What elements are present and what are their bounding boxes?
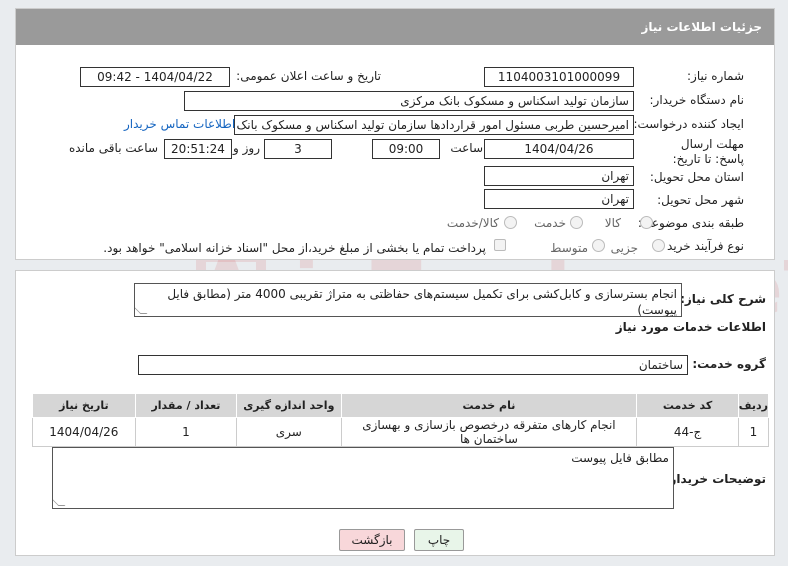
remaining-time-label: ساعت باقی مانده bbox=[68, 141, 158, 155]
process-type-label: نوع فرآیند خرید : bbox=[659, 239, 744, 253]
requester-field: امیرحسین طربی مسئول امور قراردادها سازما… bbox=[234, 115, 634, 135]
deadline-date-field: 1404/04/26 bbox=[484, 139, 634, 159]
buyer-notes-label: توضیحات خریدار: bbox=[664, 472, 766, 486]
city-field: تهران bbox=[484, 189, 634, 209]
buyer-contact-link[interactable]: اطلاعات تماس خریدار bbox=[124, 117, 235, 131]
cell-row-number: 1 bbox=[737, 417, 770, 447]
print-button[interactable]: چاپ bbox=[414, 529, 464, 551]
deadline-time-field: 09:00 bbox=[372, 139, 440, 159]
buyer-org-field: سازمان تولید اسکناس و مسکوک بانک مرکزی bbox=[184, 91, 634, 111]
col-quantity: تعداد / مقدار bbox=[134, 393, 238, 418]
process-radio-medium[interactable] bbox=[592, 239, 605, 252]
category-option-goods-service: کالا/خدمت bbox=[446, 216, 499, 230]
province-field: تهران bbox=[484, 166, 634, 186]
buyer-org-label: نام دستگاه خریدار: bbox=[649, 93, 745, 107]
general-description-label: شرح کلی نیاز: bbox=[680, 292, 766, 306]
table-row: 1 ج-44 انجام کارهای متفرقه درخصوص بازساز… bbox=[32, 417, 770, 447]
category-radio-goods-service[interactable] bbox=[504, 216, 517, 229]
treasury-checkbox[interactable] bbox=[494, 239, 506, 251]
process-option-medium: متوسط bbox=[550, 241, 588, 255]
category-label: طبقه بندی موضوعی: bbox=[637, 216, 744, 230]
province-label: استان محل تحویل: bbox=[649, 170, 744, 184]
need-number-label: شماره نیاز: bbox=[687, 69, 744, 83]
category-option-service: خدمت bbox=[534, 216, 566, 230]
col-unit: واحد اندازه گیری bbox=[236, 393, 342, 418]
cell-quantity: 1 bbox=[134, 417, 238, 447]
buyer-notes-box: مطابق فایل پیوست bbox=[52, 447, 674, 509]
general-description-box: انجام بسترسازی و کابل‌کشی برای تکمیل سیس… bbox=[134, 283, 682, 317]
cell-unit: سری bbox=[236, 417, 342, 447]
days-label: روز و bbox=[233, 141, 260, 155]
back-button[interactable]: بازگشت bbox=[339, 529, 405, 551]
treasury-payment-note: پرداخت تمام یا بخشی از مبلغ خرید،از محل … bbox=[103, 241, 486, 255]
announce-label: تاریخ و ساعت اعلان عمومی: bbox=[236, 69, 381, 83]
services-table-header: ردیف کد خدمت نام خدمت واحد اندازه گیری ت… bbox=[32, 393, 770, 418]
col-service-name: نام خدمت bbox=[340, 393, 638, 418]
resize-handle-icon[interactable] bbox=[53, 499, 66, 506]
service-group-label: گروه خدمت: bbox=[692, 357, 766, 371]
requester-label: ایجاد کننده درخواست: bbox=[633, 117, 744, 131]
resize-handle-icon[interactable] bbox=[135, 307, 148, 314]
col-need-date: تاریخ نیاز bbox=[32, 393, 136, 418]
cell-need-date: 1404/04/26 bbox=[32, 417, 136, 447]
col-row-number: ردیف bbox=[737, 393, 770, 418]
service-group-field: ساختمان bbox=[138, 355, 688, 375]
col-service-code: کد خدمت bbox=[636, 393, 739, 418]
category-radio-service[interactable] bbox=[570, 216, 583, 229]
category-option-goods: کالا bbox=[604, 216, 621, 230]
need-number-field: 1104003101000099 bbox=[484, 67, 634, 87]
cell-service-name: انجام کارهای متفرقه درخصوص بازسازی و بهس… bbox=[340, 417, 638, 447]
process-option-minor: جزیی bbox=[610, 241, 638, 255]
remaining-time-field: 20:51:24 bbox=[164, 139, 232, 159]
city-label: شهر محل تحویل: bbox=[657, 193, 744, 207]
process-radio-minor[interactable] bbox=[652, 239, 665, 252]
buyer-notes-text: مطابق فایل پیوست bbox=[571, 451, 669, 465]
category-radio-goods[interactable] bbox=[640, 216, 653, 229]
cell-service-code: ج-44 bbox=[636, 417, 739, 447]
panel-title: جزئیات اطلاعات نیاز bbox=[16, 9, 774, 45]
announce-datetime-field: 1404/04/22 - 09:42 bbox=[80, 67, 230, 87]
days-remaining-field: 3 bbox=[264, 139, 332, 159]
services-section-title: اطلاعات خدمات مورد نیاز bbox=[615, 320, 766, 334]
deadline-time-label: ساعت bbox=[450, 141, 483, 155]
general-description-text: انجام بسترسازی و کابل‌کشی برای تکمیل سیس… bbox=[167, 287, 677, 317]
deadline-label: مهلت ارسال پاسخ: تا تاریخ: bbox=[672, 137, 744, 166]
services-table: ردیف کد خدمت نام خدمت واحد اندازه گیری ت… bbox=[32, 393, 770, 447]
